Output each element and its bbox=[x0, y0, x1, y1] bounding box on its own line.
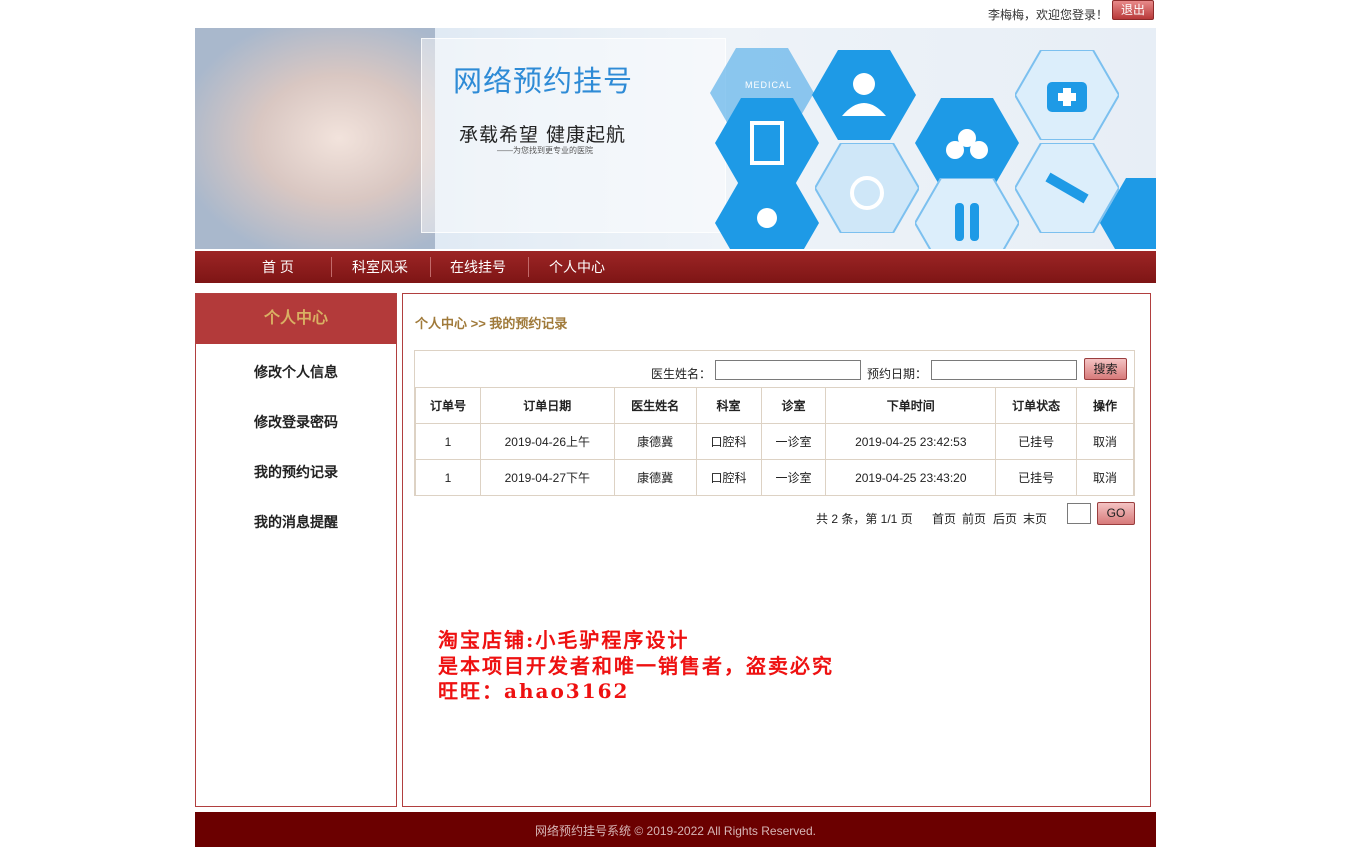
appointment-date-label: 预约日期： bbox=[867, 367, 928, 381]
copyright-text: 网络预约挂号系统 © 2019-2022 All Rights Reserved… bbox=[535, 824, 816, 838]
sidebar-item-change-password[interactable]: 修改登录密码 bbox=[196, 412, 396, 432]
banner-title: 网络预约挂号 bbox=[453, 64, 634, 98]
doctor-name-label: 医生姓名： bbox=[651, 367, 712, 381]
column-header: 科室 bbox=[695, 387, 762, 424]
welcome-text: 李梅梅，欢迎您登录！ bbox=[988, 8, 1109, 22]
sidebar: 个人中心 修改个人信息 修改登录密码 我的预约记录 我的消息提醒 bbox=[195, 293, 397, 807]
footer: 网络预约挂号系统 © 2019-2022 All Rights Reserved… bbox=[195, 812, 1156, 847]
column-header: 诊室 bbox=[760, 387, 827, 424]
sidebar-title: 个人中心 bbox=[196, 294, 396, 344]
nav-divider bbox=[528, 257, 529, 277]
department-cell: 口腔科 bbox=[695, 459, 762, 496]
hexagon-decoration bbox=[1100, 178, 1156, 249]
last-page-link[interactable]: 末页 bbox=[1023, 510, 1047, 527]
search-button[interactable]: 搜索 bbox=[1084, 358, 1127, 380]
column-header: 订单日期 bbox=[479, 387, 615, 424]
nav-divider bbox=[430, 257, 431, 277]
watermark-line: 淘宝店铺:小毛驴程序设计 bbox=[438, 628, 690, 652]
breadcrumb: 个人中心 >> 我的预约记录 bbox=[415, 316, 568, 331]
logout-button[interactable]: 退出 bbox=[1112, 0, 1154, 20]
order-date-cell: 2019-04-26上午 bbox=[479, 423, 615, 460]
main-nav: 首 页 科室风采 在线挂号 个人中心 bbox=[195, 251, 1156, 283]
pagination: 共 2 条，第 1/1 页 首页 前页 后页 末页 GO bbox=[403, 502, 1150, 530]
order-date-cell: 2019-04-27下午 bbox=[479, 459, 615, 496]
column-header: 下单时间 bbox=[825, 387, 997, 424]
main-content: 个人中心 >> 我的预约记录 医生姓名： 预约日期： 搜索 订单号 订单日期 医… bbox=[402, 293, 1151, 807]
table-row: 1 2019-04-26上午 康德冀 口腔科 一诊室 2019-04-25 23… bbox=[415, 423, 1134, 460]
search-bar: 医生姓名： 预约日期： 搜索 bbox=[415, 351, 1134, 387]
appointment-date-input[interactable] bbox=[931, 360, 1077, 380]
drops-icon bbox=[915, 98, 1019, 188]
sidebar-item-edit-profile[interactable]: 修改个人信息 bbox=[196, 362, 396, 382]
appointments-table: 订单号 订单日期 医生姓名 科室 诊室 下单时间 订单状态 操作 1 2019-… bbox=[415, 387, 1134, 496]
order-time-cell: 2019-04-25 23:43:20 bbox=[825, 459, 997, 496]
wheelchair-icon bbox=[813, 142, 921, 234]
cancel-link[interactable]: 取消 bbox=[1076, 423, 1134, 460]
cancel-link[interactable]: 取消 bbox=[1076, 459, 1134, 496]
go-button[interactable]: GO bbox=[1097, 502, 1135, 525]
banner-hand-image bbox=[195, 28, 435, 249]
clinic-room-cell: 一诊室 bbox=[760, 459, 827, 496]
test-tubes-icon bbox=[913, 177, 1021, 249]
nav-personal-center[interactable]: 个人中心 bbox=[549, 251, 605, 283]
sidebar-item-my-appointments[interactable]: 我的预约记录 bbox=[196, 462, 396, 482]
doctor-name-cell: 康德冀 bbox=[613, 423, 697, 460]
clipboard-icon bbox=[715, 98, 819, 188]
top-bar: 李梅梅，欢迎您登录！ 退出 bbox=[0, 0, 1353, 24]
doctor-name-cell: 康德冀 bbox=[613, 459, 697, 496]
column-header: 订单号 bbox=[415, 387, 481, 424]
medical-label: MEDICAL bbox=[745, 80, 793, 90]
medkit-icon bbox=[1013, 49, 1121, 141]
order-id-cell: 1 bbox=[415, 459, 481, 496]
nav-departments[interactable]: 科室风采 bbox=[352, 251, 408, 283]
order-status-cell: 已挂号 bbox=[995, 459, 1078, 496]
order-status-cell: 已挂号 bbox=[995, 423, 1078, 460]
watermark-line: 旺旺：ahao3162 bbox=[438, 679, 630, 703]
stethoscope-icon bbox=[715, 178, 819, 249]
doctor-icon bbox=[812, 50, 916, 140]
nav-home[interactable]: 首 页 bbox=[262, 251, 294, 283]
nav-online-register[interactable]: 在线挂号 bbox=[450, 251, 506, 283]
order-time-cell: 2019-04-25 23:42:53 bbox=[825, 423, 997, 460]
banner-slogan: 承载希望 健康起航 bbox=[459, 124, 627, 146]
table-header-row: 订单号 订单日期 医生姓名 科室 诊室 下单时间 订单状态 操作 bbox=[415, 387, 1134, 424]
first-page-link[interactable]: 首页 bbox=[932, 510, 956, 527]
banner-subtitle: ——为您找到更专业的医院 bbox=[497, 146, 593, 155]
column-header: 订单状态 bbox=[995, 387, 1078, 424]
sidebar-item-my-messages[interactable]: 我的消息提醒 bbox=[196, 512, 396, 532]
doctor-name-input[interactable] bbox=[715, 360, 861, 380]
nav-divider bbox=[331, 257, 332, 277]
next-page-link[interactable]: 后页 bbox=[993, 510, 1017, 527]
clinic-room-cell: 一诊室 bbox=[760, 423, 827, 460]
prev-page-link[interactable]: 前页 bbox=[962, 510, 986, 527]
department-cell: 口腔科 bbox=[695, 423, 762, 460]
appointments-panel: 医生姓名： 预约日期： 搜索 订单号 订单日期 医生姓名 科室 诊室 下单时间 … bbox=[414, 350, 1135, 496]
pagination-summary: 共 2 条，第 1/1 页 bbox=[816, 512, 913, 526]
table-row: 1 2019-04-27下午 康德冀 口腔科 一诊室 2019-04-25 23… bbox=[415, 459, 1134, 496]
column-header: 医生姓名 bbox=[613, 387, 697, 424]
column-header: 操作 bbox=[1076, 387, 1134, 424]
header-banner: 网络预约挂号 承载希望 健康起航 ——为您找到更专业的医院 MEDICAL bbox=[195, 28, 1156, 249]
order-id-cell: 1 bbox=[415, 423, 481, 460]
page-number-input[interactable] bbox=[1067, 503, 1091, 524]
